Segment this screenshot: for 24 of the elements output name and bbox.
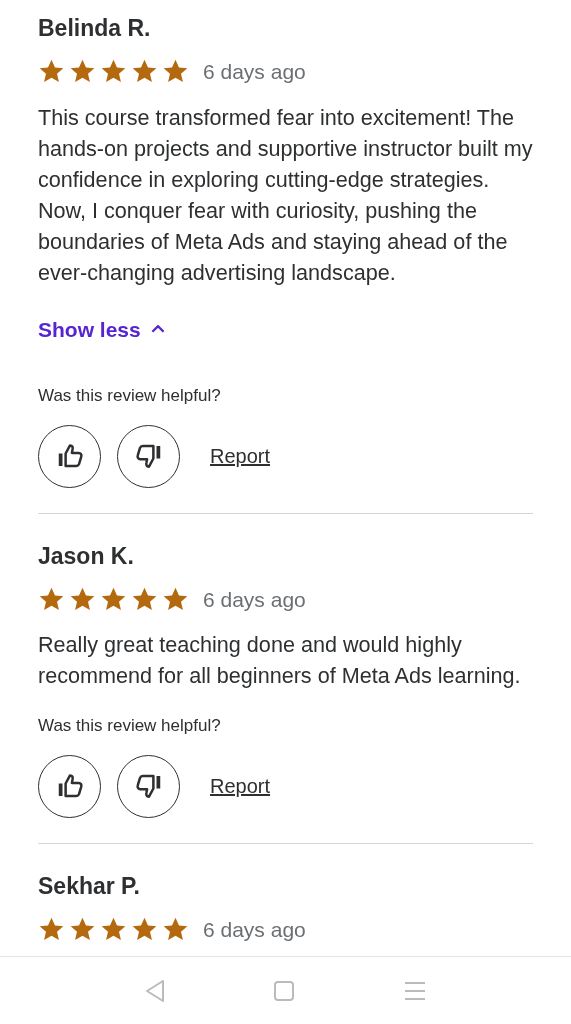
review-date: 6 days ago <box>203 586 306 613</box>
review-text: Really great teaching done and would highly recommend for all beginners of Meta Ads learning. <box>38 631 522 690</box>
star-icon <box>38 585 65 613</box>
star-icon <box>69 915 96 943</box>
show-less-link[interactable]: Show less <box>38 313 165 345</box>
reviewer-name: Sekhar P. <box>38 871 141 901</box>
review-date: 6 days ago <box>203 59 306 85</box>
helpful-prompt: Was this review helpful? <box>38 385 222 407</box>
review-text: This course transformed fear into excitement! The hands-on projects and supportive instructor built my confidence in exploring cutting-edge strategies. Now, I conquer fear with curiosity, pushing the boundaries of Meta Ads and staying ahead of the ever-changing advertising landscape. <box>38 103 533 287</box>
helpful-prompt: Was this review helpful? <box>38 715 222 737</box>
report-link[interactable]: Report <box>210 771 271 801</box>
star-icon <box>69 585 96 613</box>
star-icon <box>162 915 189 943</box>
star-icon <box>162 585 189 613</box>
reviewer-name: Jason K. <box>38 541 135 571</box>
star-icon <box>100 585 127 613</box>
caret-icon <box>150 325 165 334</box>
review-date: 6 days ago <box>203 916 306 943</box>
star-icon <box>131 585 158 613</box>
star-icon <box>100 915 127 943</box>
star-icon <box>38 915 65 943</box>
report-link[interactable]: Report <box>210 441 271 471</box>
reviewer-name: Belinda R. <box>38 14 152 43</box>
star-icon <box>131 915 158 943</box>
